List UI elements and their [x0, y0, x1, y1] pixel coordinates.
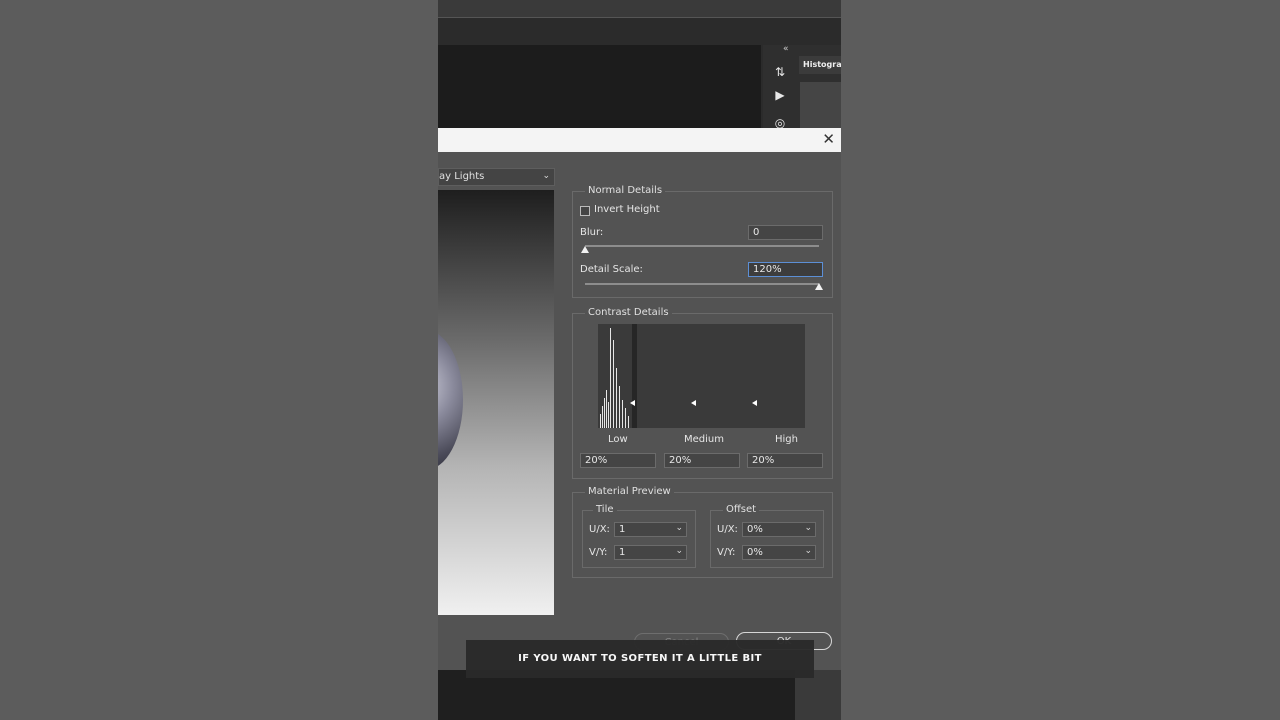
- histogram-bar: [610, 328, 611, 428]
- histogram-bar: [622, 400, 623, 428]
- invert-height-label: Invert Height: [594, 204, 660, 215]
- histogram-bar: [602, 406, 603, 428]
- blur-field[interactable]: 0: [748, 225, 823, 240]
- contrast-histogram[interactable]: [598, 324, 805, 428]
- tile-vy-label: V/Y:: [589, 547, 608, 558]
- histogram-bar: [619, 386, 620, 428]
- tab-histogram[interactable]: Histogram: [799, 56, 841, 74]
- tile-ux-label: U/X:: [589, 524, 610, 535]
- low-contrast-field[interactable]: 20%: [580, 453, 656, 468]
- photoshop-window: « ⇅ ▶ ◎ Histogram ✕ ay Lights ⌄ Normal D…: [438, 0, 841, 720]
- detail-scale-field[interactable]: 120%: [748, 262, 823, 277]
- options-bar: [438, 0, 841, 18]
- blur-slider-thumb[interactable]: [581, 246, 589, 253]
- lighting-preset-dropdown[interactable]: ay Lights ⌄: [438, 168, 555, 186]
- chevron-down-icon: ⌄: [675, 523, 683, 533]
- histogram-bar: [616, 368, 617, 428]
- histogram-bar: [604, 398, 605, 428]
- high-contrast-handle[interactable]: [752, 400, 757, 406]
- low-contrast-handle[interactable]: [630, 400, 635, 406]
- offset-vy-label: V/Y:: [717, 547, 736, 558]
- video-caption: IF YOU WANT TO SOFTEN IT A LITTLE BIT: [466, 640, 814, 678]
- medium-contrast-handle[interactable]: [691, 400, 696, 406]
- offset-ux-value: 0%: [747, 524, 763, 535]
- material-preview-title: Material Preview: [585, 486, 674, 497]
- preview-sphere: [438, 330, 463, 470]
- offset-title: Offset: [723, 504, 760, 515]
- normal-details-title: Normal Details: [585, 185, 666, 196]
- blur-label: Blur:: [580, 227, 604, 238]
- histogram-bar: [628, 416, 629, 428]
- histogram-bar: [625, 408, 626, 428]
- offset-vy-value: 0%: [747, 547, 763, 558]
- medium-label: Medium: [684, 434, 724, 445]
- high-label: High: [775, 434, 798, 445]
- detail-scale-slider-thumb[interactable]: [815, 283, 823, 290]
- play-actions-icon[interactable]: ▶: [771, 88, 789, 102]
- generate-normal-map-dialog: ay Lights ⌄ Normal Details Invert Height…: [438, 152, 841, 670]
- contrast-details-title: Contrast Details: [585, 307, 672, 318]
- history-icon[interactable]: ⇅: [771, 65, 789, 79]
- histogram-bar: [613, 340, 614, 428]
- collapse-panels-icon[interactable]: «: [783, 44, 789, 54]
- offset-ux-label: U/X:: [717, 524, 738, 535]
- low-label: Low: [608, 434, 628, 445]
- offset-vy-select[interactable]: 0% ⌄: [742, 545, 816, 560]
- detail-scale-label: Detail Scale:: [580, 264, 643, 275]
- chevron-down-icon: ⌄: [542, 171, 550, 181]
- histogram-panel: [800, 82, 841, 128]
- medium-contrast-field[interactable]: 20%: [664, 453, 740, 468]
- histogram-dark-band: [632, 324, 637, 428]
- histogram-bar: [608, 402, 609, 428]
- high-contrast-field[interactable]: 20%: [747, 453, 823, 468]
- chevron-down-icon: ⌄: [804, 523, 812, 533]
- tile-ux-select[interactable]: 1 ⌄: [614, 522, 687, 537]
- tile-ux-value: 1: [619, 524, 626, 535]
- close-icon[interactable]: ✕: [822, 130, 835, 148]
- tile-vy-select[interactable]: 1 ⌄: [614, 545, 687, 560]
- chevron-down-icon: ⌄: [675, 546, 683, 556]
- detail-scale-slider-track[interactable]: [585, 283, 819, 285]
- lighting-preset-value: ay Lights: [439, 171, 485, 182]
- dialog-titlebar: ✕: [438, 128, 841, 152]
- chevron-down-icon: ⌄: [804, 546, 812, 556]
- histogram-bar: [600, 414, 601, 428]
- material-preview-pane[interactable]: [438, 190, 554, 615]
- tile-vy-value: 1: [619, 547, 626, 558]
- document-canvas: [438, 45, 761, 128]
- invert-height-checkbox[interactable]: [580, 206, 590, 216]
- offset-ux-select[interactable]: 0% ⌄: [742, 522, 816, 537]
- tile-title: Tile: [593, 504, 617, 515]
- blur-slider-track[interactable]: [585, 245, 819, 247]
- histogram-bar: [606, 390, 607, 428]
